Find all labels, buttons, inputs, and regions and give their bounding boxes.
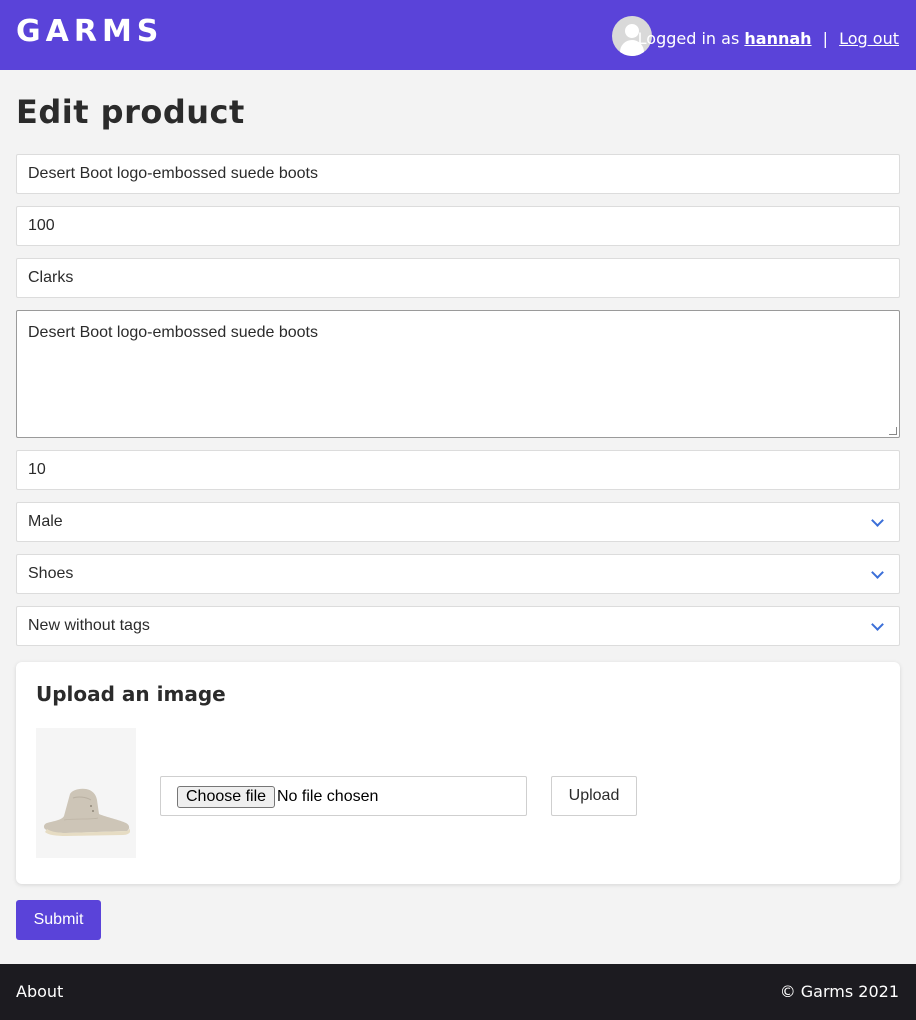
no-file-chosen-text: No file chosen [277, 788, 379, 805]
condition-selected-value: New without tags [28, 617, 150, 634]
choose-file-button[interactable]: Choose file [177, 786, 276, 808]
gender-selected-value: Male [28, 513, 63, 530]
suede-boot-icon [36, 728, 136, 858]
copyright-text: © Garms 2021 [779, 982, 899, 1001]
product-thumbnail-image [36, 728, 136, 858]
chevron-down-icon [871, 514, 884, 527]
product-name-input[interactable]: Desert Boot logo-embossed suede boots [16, 154, 900, 194]
upload-button[interactable]: Upload [551, 776, 637, 816]
chevron-down-icon [871, 566, 884, 579]
size-input[interactable]: 10 [16, 450, 900, 490]
condition-select[interactable]: New without tags [16, 606, 900, 646]
submit-button[interactable]: Submit [16, 900, 101, 940]
description-text: Desert Boot logo-embossed suede boots [28, 324, 318, 341]
category-selected-value: Shoes [28, 565, 74, 582]
footer: About © Garms 2021 [0, 964, 916, 1020]
price-input[interactable]: 100 [16, 206, 900, 246]
upload-card-title: Upload an image [36, 682, 226, 706]
about-link[interactable]: About [16, 982, 63, 1002]
login-status: Logged in as hannah | Log out [638, 28, 899, 50]
top-navbar: GARMS Logged in as hannah | Log out [0, 0, 916, 70]
chevron-down-icon [871, 618, 884, 631]
brand-input[interactable]: Clarks [16, 258, 900, 298]
separator: | [822, 29, 829, 48]
gender-select[interactable]: Male [16, 502, 900, 542]
resize-handle-icon[interactable] [889, 427, 897, 435]
upload-image-card: Upload an image Choose file No file chos… [16, 662, 900, 884]
page-title: Edit product [16, 93, 245, 131]
logout-link[interactable]: Log out [839, 29, 899, 48]
logged-in-prefix: Logged in as [637, 29, 740, 48]
category-select[interactable]: Shoes [16, 554, 900, 594]
description-textarea[interactable]: Desert Boot logo-embossed suede boots [16, 310, 900, 438]
file-input[interactable]: Choose file No file chosen [160, 776, 527, 816]
username-link[interactable]: hannah [744, 29, 811, 48]
site-logo[interactable]: GARMS [16, 14, 163, 50]
